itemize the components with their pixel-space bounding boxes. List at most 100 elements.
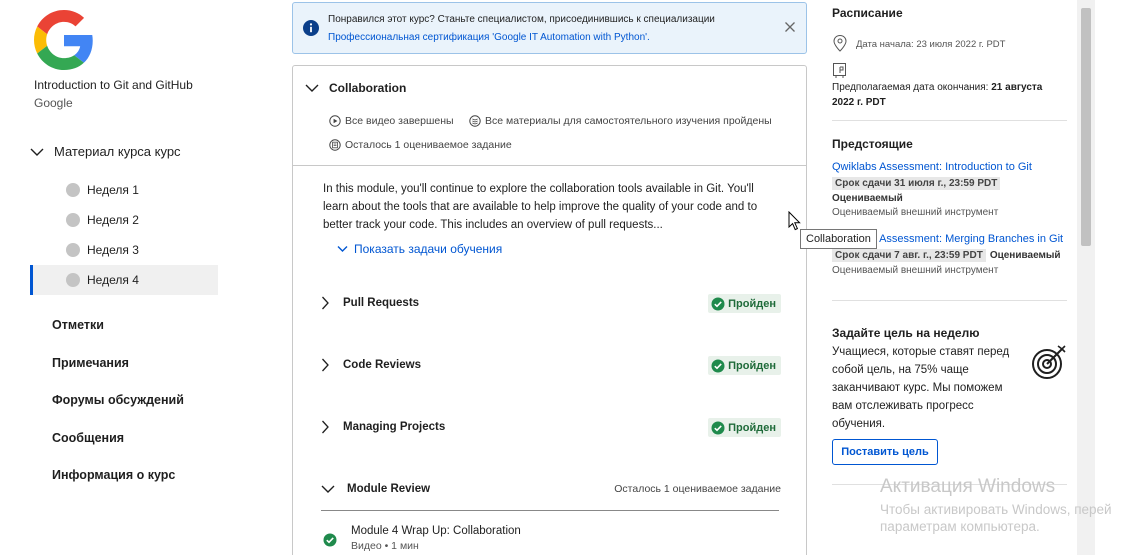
chevron-down-icon	[30, 148, 44, 156]
upcoming-item: Qwiklabs Assessment: Introduction to Git…	[832, 161, 1072, 218]
materials-status: Все материалы для самостоятельного изуче…	[469, 115, 772, 127]
sidebar-item-forums[interactable]: Форумы обсуждений	[52, 393, 184, 431]
module-review-toggle[interactable]: Module Review Осталось 1 оцениваемое зад…	[321, 478, 781, 500]
specialization-banner: Понравился этот курс? Станьте специалист…	[292, 2, 807, 54]
lesson-managing-projects[interactable]: Managing Projects Пройден	[321, 415, 781, 439]
upcoming-item-type: Оцениваемый внешний инструмент	[832, 207, 999, 218]
sidebar-links: Отметки Примечания Форумы обсуждений Соо…	[52, 318, 184, 506]
week-label: Неделя 1	[87, 183, 139, 197]
module-review-remaining: Осталось 1 оцениваемое задание	[614, 483, 781, 495]
start-date: Дата начала: 23 июля 2022 г. PDT	[832, 34, 1005, 54]
finish-flag-icon	[833, 63, 846, 78]
status-badge: Пройден	[708, 356, 781, 375]
divider	[832, 484, 1067, 485]
week-label: Неделя 3	[87, 243, 139, 257]
upcoming-item-type: Оцениваемый внешний инструмент	[832, 265, 999, 276]
show-learning-objectives-link[interactable]: Показать задачи обучения	[337, 242, 502, 256]
check-circle-icon	[711, 297, 725, 310]
status-badge-text: Пройден	[728, 297, 776, 310]
play-circle-icon	[329, 115, 341, 127]
module-card: Collaboration Все видео завершены Все ма…	[292, 65, 807, 555]
week-status-icon	[66, 183, 80, 197]
sidebar-item-messages[interactable]: Сообщения	[52, 431, 184, 469]
status-badge: Пройден	[708, 418, 781, 437]
graded-remaining: Осталось 1 оцениваемое задание	[329, 139, 512, 151]
status-badge: Пройден	[708, 294, 781, 313]
check-circle-icon	[323, 533, 337, 547]
location-pin-icon	[833, 34, 847, 52]
sidebar-item-notes[interactable]: Примечания	[52, 356, 184, 394]
lesson-title: Managing Projects	[343, 421, 446, 433]
divider	[832, 120, 1067, 121]
week-list: Неделя 1 Неделя 2 Неделя 3 Неделя 4	[30, 175, 218, 295]
course-material-label: Материал курса курс	[54, 144, 181, 159]
page-scrollbar[interactable]	[1077, 0, 1095, 555]
sidebar-item-week-1[interactable]: Неделя 1	[30, 175, 218, 205]
module-title[interactable]: Collaboration	[329, 81, 406, 95]
scrollbar-thumb[interactable]	[1081, 8, 1091, 246]
materials-status-text: Все материалы для самостоятельного изуче…	[485, 115, 772, 127]
course-sidebar: Introduction to Git and GitHub Google Ма…	[0, 0, 230, 555]
module-description: In this module, you'll continue to explo…	[323, 183, 758, 231]
status-badge-text: Пройден	[728, 359, 776, 372]
lesson-title: Code Reviews	[343, 359, 421, 371]
module-review-title: Module Review	[347, 483, 431, 495]
google-logo-icon	[34, 10, 93, 70]
chevron-right-icon	[322, 420, 329, 434]
mouse-cursor-icon	[788, 211, 801, 231]
week-status-icon	[66, 243, 80, 257]
right-panel: Расписание Дата начала: 23 июля 2022 г. …	[832, 0, 1072, 555]
readings-icon	[469, 115, 481, 127]
upcoming-item-link[interactable]: Qwiklabs Assessment: Introduction to Git	[832, 161, 1072, 173]
week-status-icon	[66, 273, 80, 287]
upcoming-title: Предстоящие	[832, 137, 913, 151]
divider	[321, 510, 779, 511]
start-date-text: Дата начала: 23 июля 2022 г. PDT	[856, 38, 1006, 50]
sidebar-item-week-2[interactable]: Неделя 2	[30, 205, 218, 235]
graded-label: Оцениваемый	[989, 250, 1061, 261]
graded-label: Оцениваемый	[832, 193, 903, 204]
course-org: Google	[34, 96, 73, 110]
videos-status: Все видео завершены	[329, 115, 454, 127]
banner-text: Понравился этот курс? Станьте специалист…	[328, 14, 715, 25]
end-date: Предполагаемая дата окончания: 21 август…	[832, 80, 1064, 110]
end-date-label: Предполагаемая дата окончания:	[832, 82, 992, 93]
check-circle-icon	[711, 421, 725, 434]
week-label: Неделя 2	[87, 213, 139, 227]
videos-status-text: Все видео завершены	[345, 115, 454, 127]
info-icon	[303, 20, 319, 36]
course-title[interactable]: Introduction to Git and GitHub	[34, 78, 193, 92]
tooltip: Collaboration	[800, 229, 877, 249]
module-header: Collaboration Все видео завершены Все ма…	[293, 66, 806, 166]
lesson-title: Pull Requests	[343, 297, 420, 309]
sidebar-item-week-3[interactable]: Неделя 3	[30, 235, 218, 265]
schedule-title: Расписание	[832, 6, 903, 20]
chevron-down-icon	[321, 485, 335, 493]
deadline-badge: Срок сдачи 31 июля г., 23:59 PDT	[832, 177, 1001, 190]
close-icon[interactable]	[784, 21, 796, 33]
lesson-code-reviews[interactable]: Code Reviews Пройден	[321, 353, 781, 377]
sidebar-item-week-4[interactable]: Неделя 4	[30, 265, 218, 295]
divider	[832, 300, 1067, 301]
deadline-badge: Срок сдачи 7 авг. г., 23:59 PDT	[832, 249, 986, 262]
chevron-right-icon	[322, 296, 329, 310]
wrap-up-title: Module 4 Wrap Up: Collaboration	[351, 525, 521, 537]
check-circle-icon	[711, 359, 725, 372]
set-goal-button[interactable]: Поставить цель	[832, 439, 938, 465]
wrap-up-video-item[interactable]: Module 4 Wrap Up: Collaboration Видео • …	[323, 525, 521, 552]
banner-certificate-link[interactable]: Профессиональная сертификация 'Google IT…	[328, 32, 650, 43]
sidebar-item-grades[interactable]: Отметки	[52, 318, 184, 356]
chevron-down-icon[interactable]	[305, 83, 319, 93]
show-learning-objectives-label: Показать задачи обучения	[354, 242, 503, 256]
assignment-icon	[329, 139, 341, 151]
chevron-down-icon	[337, 246, 348, 252]
goal-title: Задайте цель на неделю	[832, 326, 980, 340]
goal-description: Учащиеся, которые ставят перед собой цел…	[832, 346, 1010, 430]
wrap-up-subtitle: Видео • 1 мин	[351, 540, 419, 552]
course-material-toggle[interactable]: Материал курса курс	[30, 144, 181, 159]
graded-remaining-text: Осталось 1 оцениваемое задание	[345, 139, 512, 151]
status-badge-text: Пройден	[728, 421, 776, 434]
sidebar-item-course-info[interactable]: Информация о курс	[52, 468, 184, 506]
chevron-right-icon	[322, 358, 329, 372]
lesson-pull-requests[interactable]: Pull Requests Пройден	[321, 291, 781, 315]
